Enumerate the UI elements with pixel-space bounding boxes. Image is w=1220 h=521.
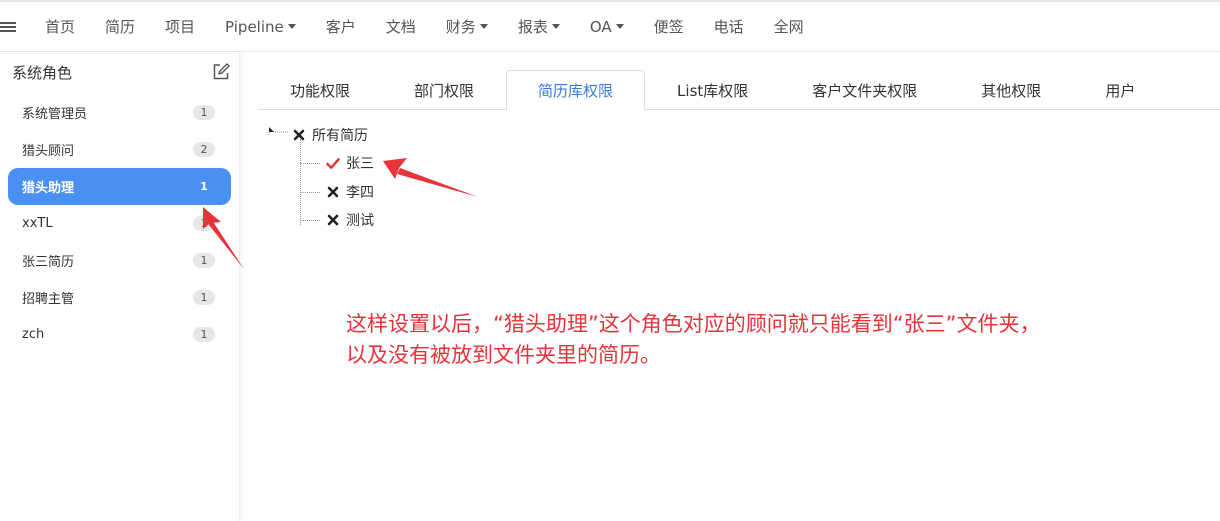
tab-users[interactable]: 用户 bbox=[1073, 70, 1167, 110]
checkmark-icon[interactable] bbox=[326, 156, 340, 170]
tab-department-permission[interactable]: 部门权限 bbox=[382, 70, 506, 110]
top-nav: 首页 简历 项目 Pipeline 客户 文档 财务 报表 OA 便签 电话 全… bbox=[0, 0, 1220, 52]
count-badge: 1 bbox=[193, 253, 215, 268]
nav-oa[interactable]: OA bbox=[575, 1, 639, 53]
nav-client[interactable]: 客户 bbox=[311, 1, 371, 53]
nav-notes[interactable]: 便签 bbox=[639, 1, 699, 53]
count-badge: 1 bbox=[193, 105, 215, 120]
sidebar-header: 系统角色 bbox=[0, 52, 239, 92]
nav-finance[interactable]: 财务 bbox=[431, 1, 503, 53]
nav-resume[interactable]: 简历 bbox=[90, 1, 150, 53]
cross-icon[interactable] bbox=[326, 185, 340, 199]
annotation-line-2: 以及没有被放到文件夹里的简历。 bbox=[346, 343, 661, 367]
tab-resume-library-permission[interactable]: 简历库权限 bbox=[506, 70, 646, 110]
role-item[interactable]: xxTL 1 bbox=[8, 205, 231, 242]
caret-down-icon bbox=[479, 24, 488, 29]
cross-icon[interactable] bbox=[326, 213, 340, 227]
tab-function-permission[interactable]: 功能权限 bbox=[258, 70, 382, 110]
caret-down-icon bbox=[287, 24, 296, 29]
count-badge: 2 bbox=[193, 142, 215, 157]
role-item[interactable]: 张三简历 1 bbox=[8, 242, 231, 279]
tab-client-folder-permission[interactable]: 客户文件夹权限 bbox=[780, 70, 949, 110]
caret-down-icon bbox=[615, 24, 624, 29]
count-badge: 1 bbox=[193, 327, 215, 342]
nav-project[interactable]: 项目 bbox=[150, 1, 210, 53]
nav-web[interactable]: 全网 bbox=[759, 1, 819, 53]
role-item[interactable]: 猎头顾问 2 bbox=[8, 131, 231, 168]
caret-down-icon bbox=[551, 24, 560, 29]
tree-node-label[interactable]: 张三 bbox=[346, 153, 374, 173]
role-item[interactable]: zch 1 bbox=[8, 316, 231, 353]
role-item[interactable]: 系统管理员 1 bbox=[8, 94, 231, 131]
resume-folder-tree: 所有简历 张三 李四 测试 bbox=[266, 122, 374, 229]
page: 首页 简历 项目 Pipeline 客户 文档 财务 报表 OA 便签 电话 全… bbox=[0, 0, 1220, 521]
count-badge: 1 bbox=[193, 216, 215, 231]
count-badge: 1 bbox=[193, 290, 215, 305]
role-item-active[interactable]: 猎头助理 1 bbox=[8, 168, 231, 205]
tree-node[interactable]: 测试 bbox=[300, 207, 374, 233]
role-list: 系统管理员 1 猎头顾问 2 猎头助理 1 xxTL 1 张三简历 1 招聘主管 1 zch… bbox=[0, 92, 239, 353]
nav-phone[interactable]: 电话 bbox=[699, 1, 759, 53]
tab-other-permission[interactable]: 其他权限 bbox=[949, 70, 1073, 110]
nav-pipeline[interactable]: Pipeline bbox=[210, 1, 311, 53]
tree-node[interactable]: 张三 bbox=[300, 150, 374, 176]
nav-reports[interactable]: 报表 bbox=[503, 1, 575, 53]
nav-docs[interactable]: 文档 bbox=[371, 1, 431, 53]
annotation-text: 这样设置以后，“猎头助理”这个角色对应的顾问就只能看到“张三”文件夹， 以及没有… bbox=[346, 309, 1206, 371]
nav-home[interactable]: 首页 bbox=[30, 1, 90, 53]
sidebar-title: 系统角色 bbox=[12, 63, 73, 82]
tab-list-library-permission[interactable]: List库权限 bbox=[645, 70, 780, 110]
menu-icon[interactable] bbox=[0, 21, 16, 32]
tree-node-label[interactable]: 测试 bbox=[346, 210, 374, 230]
tree-children: 张三 李四 测试 bbox=[300, 139, 420, 239]
permission-tabs: 功能权限 部门权限 简历库权限 List库权限 客户文件夹权限 其他权限 用户 bbox=[258, 70, 1220, 110]
tree-node-label[interactable]: 李四 bbox=[346, 182, 374, 202]
annotation-line-1: 这样设置以后，“猎头助理”这个角色对应的顾问就只能看到“张三”文件夹， bbox=[346, 312, 1041, 336]
tree-node[interactable]: 李四 bbox=[300, 179, 374, 205]
tree-collapse-icon[interactable] bbox=[266, 122, 292, 148]
role-sidebar: 系统角色 系统管理员 1 猎头顾问 2 猎头助理 1 xxTL 1 张三简历 1 招聘主管… bbox=[0, 52, 240, 521]
count-badge: 1 bbox=[200, 180, 208, 193]
role-item[interactable]: 招聘主管 1 bbox=[8, 279, 231, 316]
edit-icon[interactable] bbox=[211, 62, 231, 82]
